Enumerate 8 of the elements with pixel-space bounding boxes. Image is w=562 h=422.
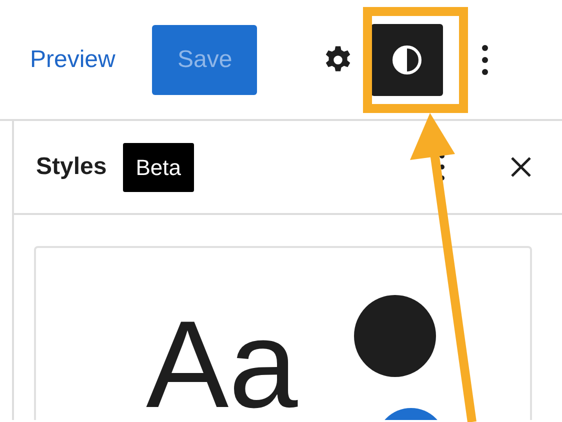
panel-title: Styles xyxy=(36,152,107,182)
close-icon[interactable] xyxy=(510,156,532,178)
contrast-icon xyxy=(391,44,424,76)
more-options-icon[interactable] xyxy=(481,44,490,76)
beta-badge: Beta xyxy=(122,142,194,192)
sample-text: Aa xyxy=(146,310,298,420)
preview-link[interactable]: Preview xyxy=(30,42,116,78)
styles-button[interactable] xyxy=(371,24,444,96)
